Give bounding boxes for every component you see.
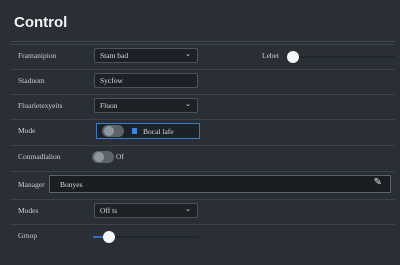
manager-label: Manager	[18, 180, 45, 189]
checkbox-icon[interactable]	[132, 128, 137, 134]
connstation-label: Conmadlalion	[18, 152, 61, 161]
chevron-down-icon: ⌄	[185, 205, 191, 213]
mode-toggle[interactable]	[102, 125, 124, 137]
framanipion-label: Framanipion	[18, 51, 57, 60]
mode-label: Mode	[18, 126, 36, 135]
manager-value: Bonyes	[60, 180, 83, 189]
row-stadnom: Stadnom Sycfow	[10, 69, 395, 94]
row-framanipion: Framanipion Stam bad ⌄ Lebet	[10, 44, 395, 69]
lebet-label: Lebet	[262, 51, 280, 60]
fluarie-value: Fluon	[100, 101, 118, 110]
row-connstation: Conmadlalion Of	[10, 145, 395, 170]
modes-value: Off ts	[100, 206, 118, 215]
framanipion-value: Stam bad	[100, 51, 129, 60]
fluarie-select[interactable]: Fluon ⌄	[94, 98, 198, 113]
panel-title: Control	[14, 14, 68, 31]
row-manager: Manager Bonyes ✎	[10, 171, 395, 198]
manager-input[interactable]: Bonyes ✎	[49, 175, 391, 193]
row-mode: Mode Bocal lafe	[10, 119, 395, 144]
group-label: Grnop	[18, 231, 38, 240]
pencil-icon[interactable]: ✎	[374, 177, 382, 188]
mode-value: Bocal lafe	[143, 127, 174, 136]
mode-control[interactable]: Bocal lafe	[96, 123, 200, 139]
connstation-toggle[interactable]	[92, 151, 114, 163]
row-modes: Modes Off ts ⌄	[10, 199, 395, 224]
chevron-down-icon: ⌄	[185, 50, 191, 58]
toggle-state-label: Of	[116, 152, 124, 161]
row-fluarie: Fluarietexyeits Fluon ⌄	[10, 94, 395, 119]
lebet-slider[interactable]	[287, 51, 395, 63]
modes-select[interactable]: Off ts ⌄	[94, 203, 198, 218]
stadnom-label: Stadnom	[18, 76, 45, 85]
stadnom-select[interactable]: Sycfow	[94, 73, 198, 88]
modes-label: Modes	[18, 206, 39, 215]
slider-knob[interactable]	[103, 231, 115, 243]
divider	[10, 41, 395, 42]
group-slider[interactable]	[93, 231, 199, 243]
toggle-dot	[104, 126, 114, 136]
stadnom-value: Sycfow	[100, 76, 123, 85]
chevron-down-icon: ⌄	[185, 100, 191, 108]
slider-knob[interactable]	[287, 51, 299, 63]
fluarie-label: Fluarietexyeits	[18, 101, 63, 110]
row-group: Grnop	[10, 224, 395, 249]
toggle-dot	[94, 152, 104, 162]
framanipion-select[interactable]: Stam bad ⌄	[94, 48, 198, 63]
